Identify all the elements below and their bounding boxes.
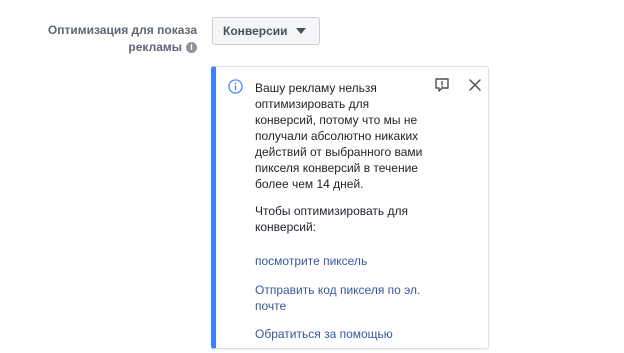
view-pixel-link[interactable]: посмотрите пиксель	[255, 253, 425, 269]
close-icon[interactable]	[469, 79, 481, 91]
notice-message: Вашу рекламу нельзя оптимизировать для к…	[255, 81, 423, 191]
optimization-label-line2: рекламы	[128, 40, 182, 54]
caret-down-icon	[295, 28, 306, 34]
optimization-select-value: Конверсии	[223, 24, 288, 38]
get-help-link[interactable]: Обратиться за помощью	[255, 326, 425, 342]
info-icon[interactable]: i	[186, 42, 197, 53]
optimization-label-line1: Оптимизация для показа	[47, 23, 197, 37]
warning-notice: Вашу рекламу нельзя оптимизировать для к…	[211, 66, 489, 349]
email-pixel-code-link[interactable]: Отправить код пикселя по эл. почте	[255, 282, 425, 314]
notice-instruction: Чтобы оптимизировать для конверсий:	[255, 204, 408, 234]
report-feedback-icon[interactable]	[434, 77, 450, 93]
notice-body: Вашу рекламу нельзя оптимизировать для к…	[255, 80, 425, 342]
optimization-select[interactable]: Конверсии	[212, 17, 320, 45]
optimization-label: Оптимизация для показа рекламы i	[17, 22, 197, 56]
info-circle-icon	[228, 79, 243, 94]
